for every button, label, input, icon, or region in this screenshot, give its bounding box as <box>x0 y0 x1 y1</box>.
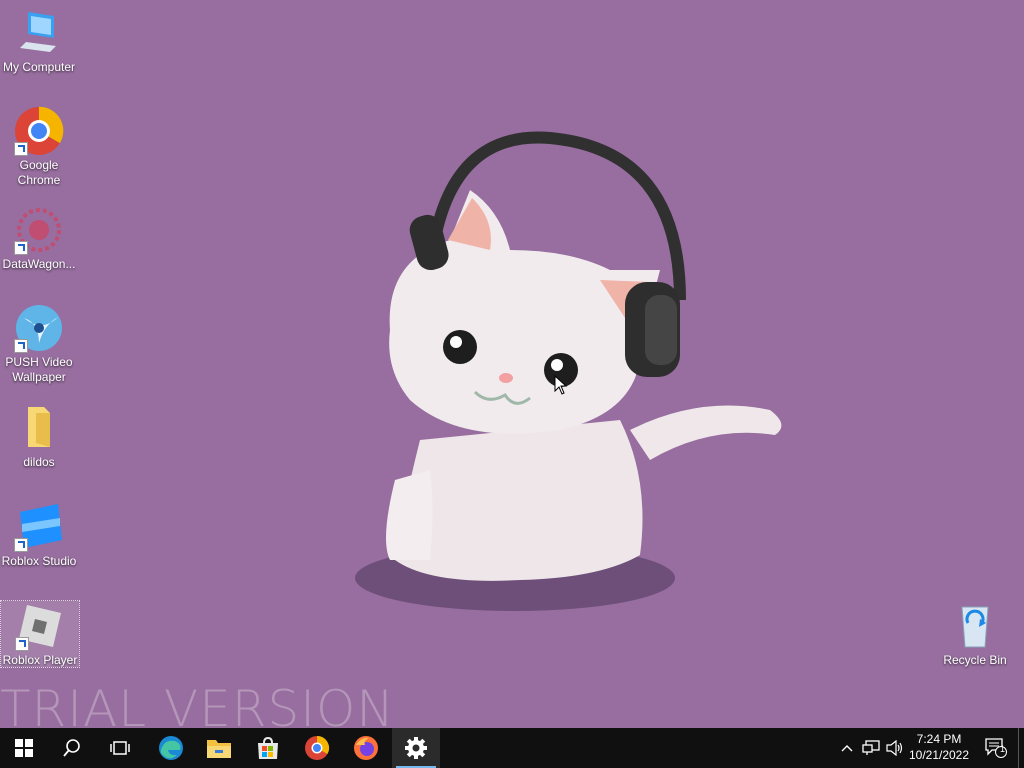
chevron-up-icon <box>841 745 853 752</box>
desktop-icon-label: DataWagon... <box>2 257 76 271</box>
chrome-icon <box>305 735 329 760</box>
settings-gear-icon <box>405 737 427 759</box>
desktop-icon-roblox-studio[interactable]: Roblox Studio <box>0 502 78 569</box>
desktop-icon-my-computer[interactable]: My Computer <box>0 8 78 75</box>
edge-taskbar-button[interactable] <box>147 728 195 768</box>
shortcut-arrow-icon <box>15 637 29 651</box>
desktop-icon-dildos-folder[interactable]: dildos <box>0 403 78 470</box>
desktop-icon-label: PUSH Video Wallpaper <box>5 355 73 384</box>
file-explorer-icon <box>207 740 231 758</box>
task-view-icon <box>110 741 130 755</box>
volume-button[interactable] <box>884 728 906 768</box>
shortcut-arrow-icon <box>14 142 28 156</box>
search-icon <box>63 739 80 757</box>
roblox-player-icon <box>15 601 65 651</box>
task-view-button[interactable] <box>96 728 144 768</box>
shortcut-arrow-icon <box>14 241 28 255</box>
clock-date: 10/21/2022 <box>908 748 970 762</box>
push-video-wallpaper-icon <box>14 303 64 353</box>
file-explorer-taskbar-button[interactable] <box>195 728 243 768</box>
folder-icon <box>14 403 64 453</box>
taskbar: 7:24 PM 10/21/2022 1 <box>0 728 1024 768</box>
firefox-taskbar-button[interactable] <box>342 728 390 768</box>
desktop-icon-datawagon[interactable]: DataWagon... <box>0 205 78 272</box>
chrome-icon <box>14 106 64 156</box>
computer-icon <box>14 8 64 58</box>
speaker-volume-icon <box>886 740 903 756</box>
show-hidden-icons-button[interactable] <box>838 728 856 768</box>
wallpaper-cat-with-headphones <box>355 131 782 611</box>
desktop-icon-label: Recycle Bin <box>943 653 1007 667</box>
desktop-icon-google-chrome[interactable]: Google Chrome <box>0 106 78 188</box>
desktop-icon-label: dildos <box>23 455 55 469</box>
desktop-icon-label: Google Chrome <box>17 158 61 187</box>
desktop-icon-label: Roblox Studio <box>1 554 77 568</box>
taskbar-clock[interactable]: 7:24 PM 10/21/2022 <box>905 731 973 763</box>
desktop-icon-label: Roblox Player <box>2 653 78 667</box>
desktop-icon-push-video-wallpaper[interactable]: PUSH Video Wallpaper <box>0 303 78 385</box>
show-desktop-button[interactable] <box>1018 728 1024 768</box>
mouse-cursor-icon <box>554 375 568 395</box>
search-button[interactable] <box>48 728 96 768</box>
chrome-taskbar-button[interactable] <box>293 728 341 768</box>
firefox-icon <box>354 736 378 760</box>
desktop-icon-recycle-bin[interactable]: Recycle Bin <box>936 601 1014 668</box>
store-taskbar-button[interactable] <box>244 728 292 768</box>
action-center-button[interactable]: 1 <box>978 728 1014 768</box>
roblox-studio-icon <box>14 502 64 552</box>
clock-time: 7:24 PM <box>916 732 962 746</box>
shortcut-arrow-icon <box>14 538 28 552</box>
store-icon <box>258 736 278 759</box>
recycle-bin-icon <box>950 601 1000 651</box>
edge-icon <box>159 736 183 760</box>
network-icon <box>862 740 880 755</box>
datawagon-icon <box>14 205 64 255</box>
settings-taskbar-button[interactable] <box>392 728 440 768</box>
shortcut-arrow-icon <box>14 339 28 353</box>
desktop-icon-roblox-player[interactable]: Roblox Player <box>0 600 80 668</box>
notification-count-badge: 1 <box>1000 744 1006 754</box>
network-button[interactable] <box>860 728 882 768</box>
start-button[interactable] <box>0 728 48 768</box>
desktop-icon-label: My Computer <box>2 60 76 74</box>
windows-logo-icon <box>15 739 33 757</box>
desktop: My Computer Google Chrome DataWagon... P… <box>0 0 1024 738</box>
